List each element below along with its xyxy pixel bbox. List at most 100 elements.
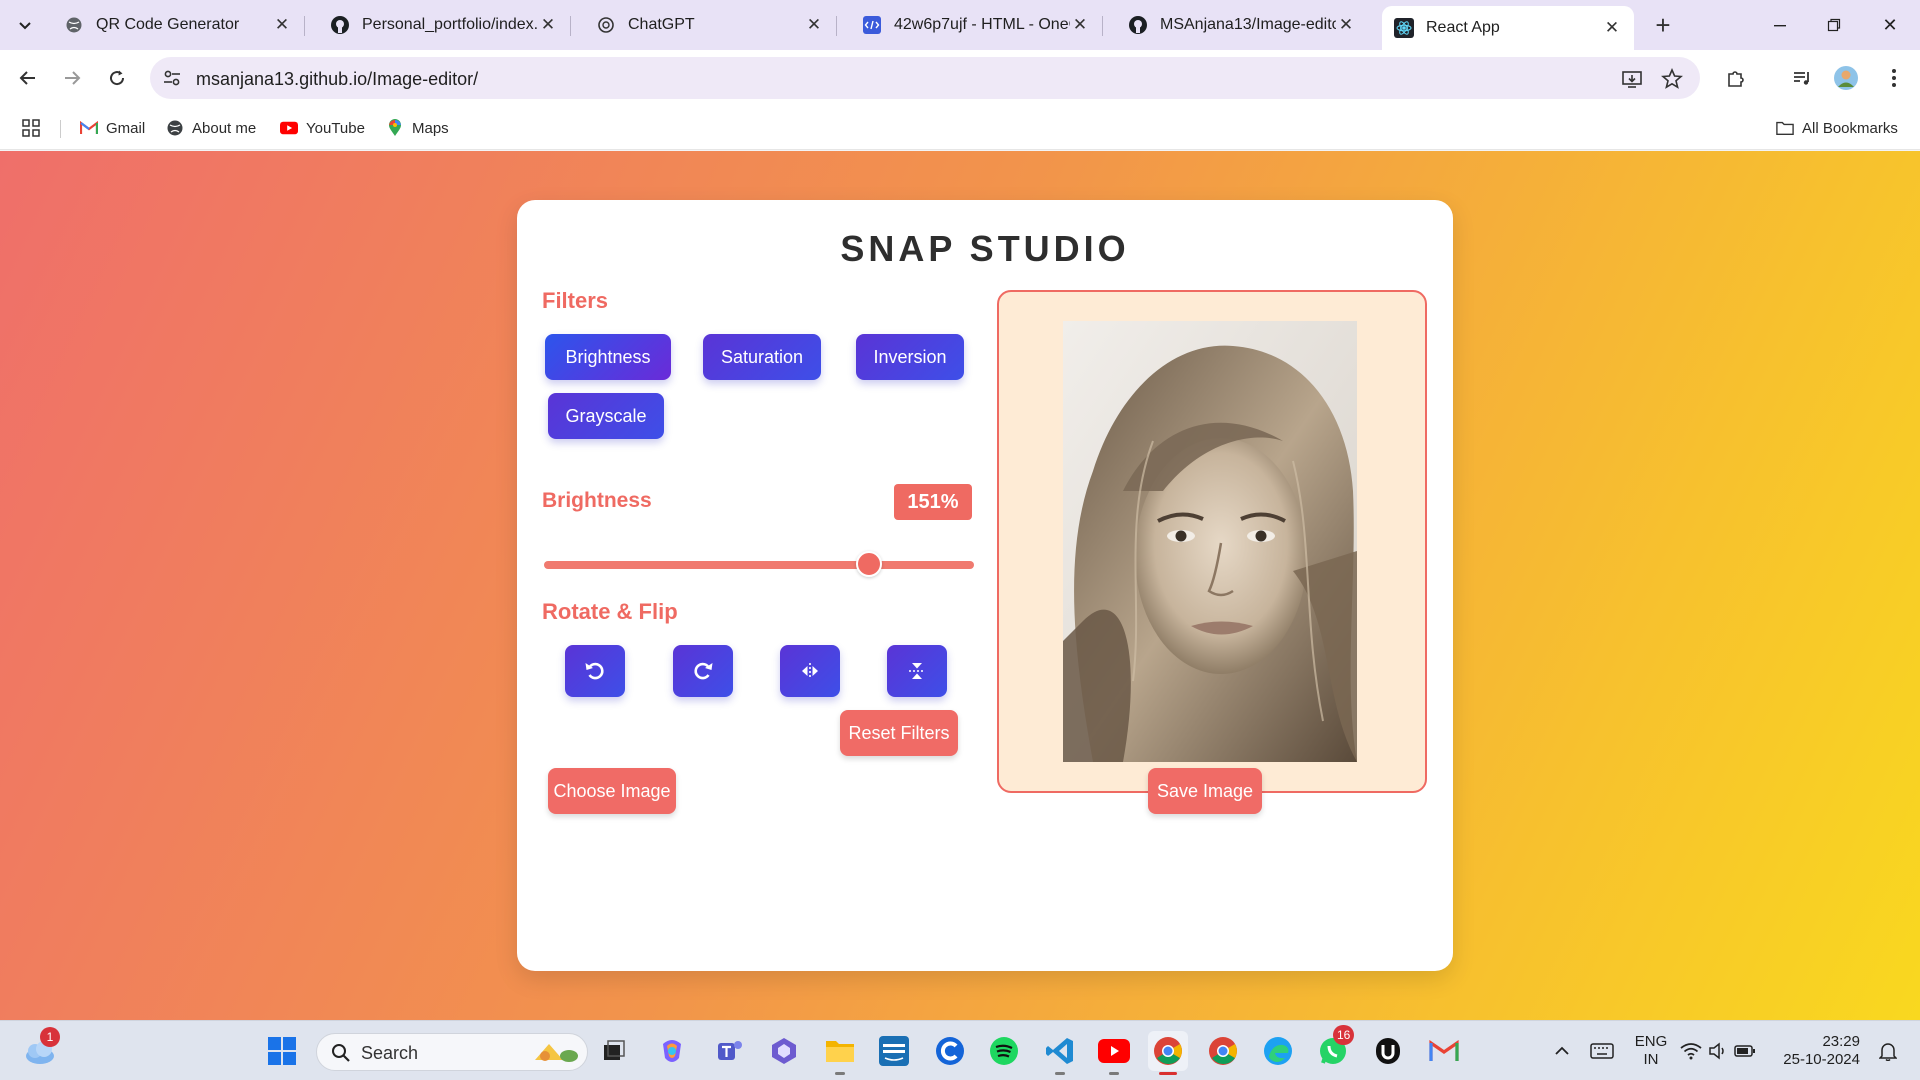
filter-grayscale-button[interactable]: Grayscale <box>548 393 664 439</box>
reset-filters-button[interactable]: Reset Filters <box>840 710 958 756</box>
close-tab-icon[interactable]: ✕ <box>1602 18 1622 38</box>
plus-icon: + <box>1655 9 1671 40</box>
active-indicator <box>1159 1072 1177 1075</box>
chrome-icon <box>1209 1037 1237 1065</box>
bookmark-label: Maps <box>412 119 449 137</box>
bookmark-gmail[interactable]: Gmail <box>80 114 145 142</box>
vscode-button[interactable] <box>1040 1031 1080 1075</box>
bookmark-star-icon[interactable] <box>1660 67 1684 91</box>
chevron-up-icon <box>1555 1046 1569 1055</box>
copilot-button[interactable] <box>652 1031 692 1071</box>
forward-button[interactable] <box>56 62 88 94</box>
tab-title: Personal_portfolio/index.ht <box>362 16 538 33</box>
arrow-left-icon <box>19 71 35 85</box>
edge-button[interactable] <box>1258 1031 1298 1071</box>
wifi-icon <box>1680 1043 1702 1060</box>
tab-chatgpt[interactable]: ChatGPT ✕ <box>584 8 837 42</box>
tab-image-editor-repo[interactable]: MSAnjana13/Image-editor ✕ <box>1116 8 1368 42</box>
chrome-button-active[interactable] <box>1148 1031 1188 1075</box>
restore-button[interactable] <box>1814 8 1854 42</box>
preview-photo <box>1063 321 1357 762</box>
back-button[interactable] <box>12 62 44 94</box>
rotate-left-button[interactable] <box>565 645 625 697</box>
flip-horizontal-button[interactable] <box>780 645 840 697</box>
task-view-button[interactable] <box>594 1031 634 1071</box>
profile-avatar[interactable] <box>1830 62 1862 94</box>
copilot-icon <box>663 1040 681 1062</box>
start-button[interactable] <box>262 1031 302 1071</box>
new-tab-button[interactable]: + <box>1648 10 1678 40</box>
save-image-button[interactable]: Save Image <box>1148 768 1262 814</box>
bookmark-label: Gmail <box>106 119 146 137</box>
all-bookmarks-button[interactable]: All Bookmarks <box>1776 114 1898 142</box>
search-highlight-icon <box>535 1044 578 1062</box>
flip-vertical-icon <box>909 663 925 679</box>
running-indicator <box>1055 1072 1065 1075</box>
close-tab-icon[interactable]: ✕ <box>272 15 292 35</box>
close-tab-icon[interactable]: ✕ <box>1336 15 1356 35</box>
close-window-button[interactable]: ✕ <box>1870 8 1910 42</box>
input-language-indicator[interactable]: ENG IN <box>1628 1033 1674 1069</box>
gmail-icon <box>1429 1040 1459 1061</box>
filter-brightness-button[interactable]: Brightness <box>545 334 671 380</box>
minimize-button[interactable] <box>1760 8 1800 42</box>
extensions-button[interactable] <box>1720 62 1752 94</box>
gmail-app-button[interactable] <box>1424 1031 1464 1071</box>
u-app-icon <box>1376 1038 1400 1064</box>
youtube-app-button[interactable] <box>1094 1031 1134 1075</box>
filter-inversion-button[interactable]: Inversion <box>856 334 964 380</box>
address-bar[interactable]: msanjana13.github.io/Image-editor/ <box>150 57 1700 99</box>
site-settings-icon[interactable] <box>162 68 182 88</box>
close-icon: ✕ <box>1882 14 1898 35</box>
tab-search-button[interactable] <box>10 10 40 40</box>
rotate-right-button[interactable] <box>673 645 733 697</box>
prime-video-button[interactable] <box>874 1031 914 1071</box>
folder-icon <box>826 1041 854 1062</box>
touch-keyboard-button[interactable] <box>1582 1031 1622 1071</box>
quick-settings-button[interactable] <box>1678 1031 1758 1071</box>
filter-saturation-button[interactable]: Saturation <box>703 334 821 380</box>
ccleaner-button[interactable] <box>930 1031 970 1071</box>
tab-onecompiler[interactable]: 42w6p7ujf - HTML - OneC ✕ <box>850 8 1103 42</box>
tab-personal-portfolio[interactable]: Personal_portfolio/index.ht ✕ <box>318 8 571 42</box>
brightness-slider-track[interactable] <box>544 561 974 569</box>
weather-widget[interactable]: 1 <box>20 1027 60 1071</box>
url-text[interactable]: msanjana13.github.io/Image-editor/ <box>196 69 478 90</box>
close-tab-icon[interactable]: ✕ <box>804 15 824 35</box>
file-explorer-button[interactable] <box>820 1031 860 1075</box>
tab-react-app[interactable]: React App ✕ <box>1382 6 1634 50</box>
editor-card: SNAP STUDIO Filters Brightness Saturatio… <box>517 200 1453 971</box>
whatsapp-button[interactable]: 16 <box>1313 1025 1355 1071</box>
browser-menu-button[interactable] <box>1878 62 1910 94</box>
youtube-icon <box>280 119 298 137</box>
tab-qr-code-generator[interactable]: QR Code Generator ✕ <box>52 8 305 42</box>
keyboard-icon <box>1590 1043 1614 1059</box>
media-controls-button[interactable] <box>1786 62 1818 94</box>
apps-grid-button[interactable] <box>22 114 40 142</box>
teams-button[interactable] <box>710 1031 750 1071</box>
bookmark-maps[interactable]: Maps <box>386 114 449 142</box>
notifications-button[interactable] <box>1868 1031 1908 1071</box>
close-tab-icon[interactable]: ✕ <box>1070 15 1090 35</box>
clock[interactable]: 23:29 25-10-2024 <box>1780 1033 1860 1069</box>
flip-vertical-button[interactable] <box>887 645 947 697</box>
choose-image-button[interactable]: Choose Image <box>548 768 676 814</box>
m365-button[interactable] <box>764 1031 804 1071</box>
puzzle-icon <box>1728 71 1744 87</box>
close-tab-icon[interactable]: ✕ <box>538 15 558 35</box>
taskbar-search-input[interactable]: Search <box>316 1033 588 1071</box>
reload-button[interactable] <box>101 62 133 94</box>
language-line-2: IN <box>1643 1051 1659 1068</box>
spotify-button[interactable] <box>984 1031 1024 1071</box>
page-viewport: SNAP STUDIO Filters Brightness Saturatio… <box>0 151 1920 1020</box>
bookmark-youtube[interactable]: YouTube <box>280 114 365 142</box>
brightness-slider-thumb[interactable] <box>855 551 882 577</box>
install-app-icon[interactable] <box>1620 67 1644 91</box>
bell-icon <box>1879 1043 1897 1061</box>
weather-badge: 1 <box>40 1027 60 1047</box>
bookmark-about-me[interactable]: About me <box>166 114 256 142</box>
u-app-button[interactable] <box>1368 1031 1408 1071</box>
chrome-profile-button[interactable] <box>1203 1031 1243 1071</box>
github-icon <box>1128 15 1148 35</box>
show-hidden-icons-button[interactable] <box>1542 1031 1582 1071</box>
